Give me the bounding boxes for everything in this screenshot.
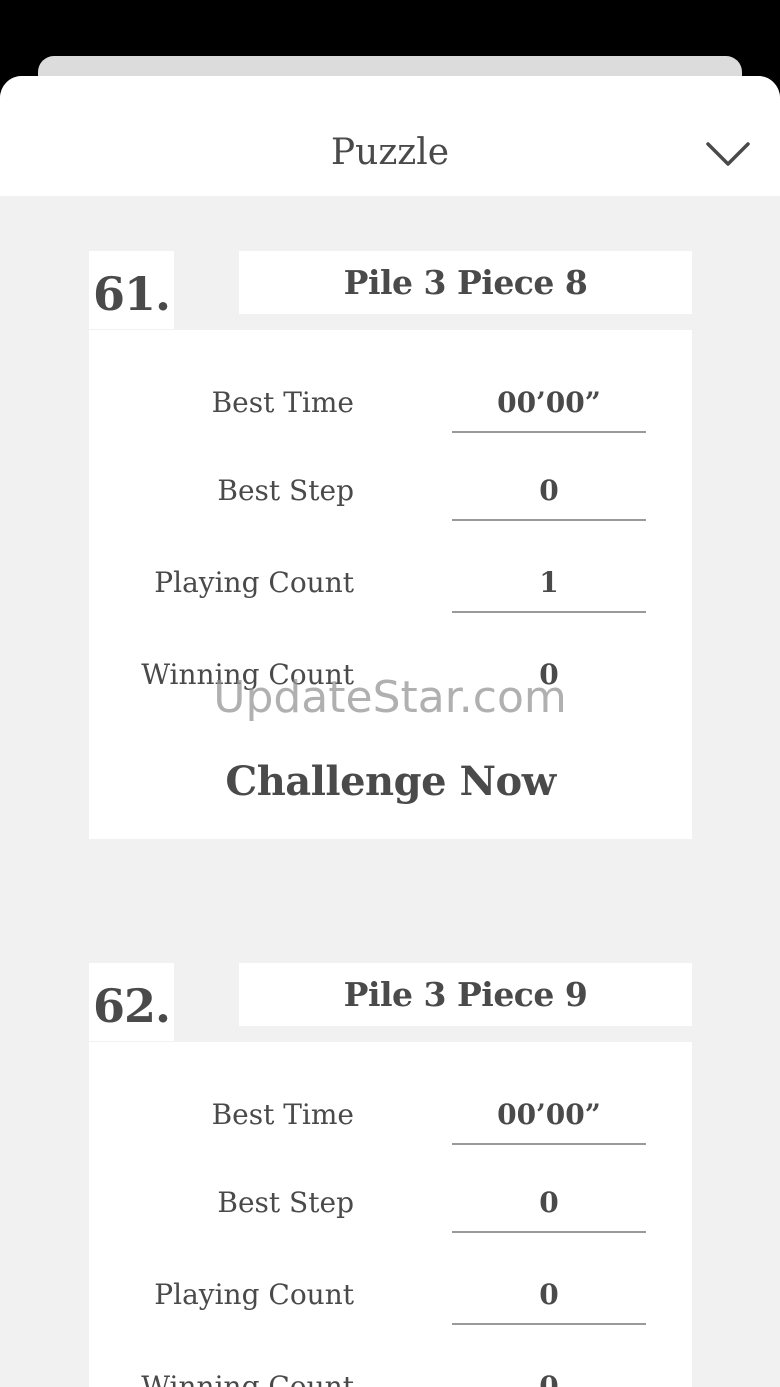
puzzle-number: 62. <box>89 963 174 1041</box>
puzzle-card: 61. Pile 3 Piece 8 Best Time 00’00” Best… <box>89 251 692 839</box>
stat-value: 0 <box>452 1265 646 1325</box>
stat-value: 0 <box>539 1370 559 1387</box>
stat-value: 0 <box>452 1173 646 1233</box>
puzzle-sheet: Puzzle 61. Pile 3 Piece 8 Best Time 00’0… <box>0 76 780 1387</box>
stat-row-playing-count: Playing Count 0 <box>89 1265 692 1325</box>
stat-row-best-step: Best Step 0 <box>89 1173 692 1233</box>
puzzle-stats-panel: Best Time 00’00” Best Step 0 Playing Cou… <box>89 1042 692 1387</box>
stat-label: Playing Count <box>154 1278 354 1311</box>
stat-row-winning-count: Winning Count 0 <box>89 1357 692 1387</box>
sheet-title: Puzzle <box>330 132 450 173</box>
stat-label: Best Step <box>217 1186 354 1219</box>
stat-value: 0 <box>452 461 646 521</box>
stat-row-best-step: Best Step 0 <box>89 461 692 521</box>
challenge-now-button[interactable]: Challenge Now <box>89 754 692 810</box>
puzzle-number: 61. <box>89 251 174 329</box>
stat-value: 00’00” <box>452 1085 646 1145</box>
stat-label: Playing Count <box>154 566 354 599</box>
puzzle-name: Pile 3 Piece 9 <box>239 963 692 1026</box>
puzzle-name: Pile 3 Piece 8 <box>239 251 692 314</box>
stat-value: 1 <box>452 553 646 613</box>
stat-row-best-time: Best Time 00’00” <box>89 1085 692 1145</box>
stat-label: Best Time <box>211 1098 354 1131</box>
stat-label: Best Step <box>217 474 354 507</box>
stat-row-playing-count: Playing Count 1 <box>89 553 692 613</box>
puzzle-stats-panel: Best Time 00’00” Best Step 0 Playing Cou… <box>89 330 692 839</box>
stat-row-best-time: Best Time 00’00” <box>89 373 692 433</box>
chevron-down-icon[interactable] <box>704 138 752 170</box>
stat-label: Best Time <box>211 386 354 419</box>
stat-value: 00’00” <box>452 373 646 433</box>
sheet-header: Puzzle <box>0 76 780 196</box>
puzzle-card: 62. Pile 3 Piece 9 Best Time 00’00” Best… <box>89 963 692 1387</box>
watermark: UpdateStar.com <box>213 672 567 723</box>
stat-label: Winning Count <box>141 1370 354 1387</box>
